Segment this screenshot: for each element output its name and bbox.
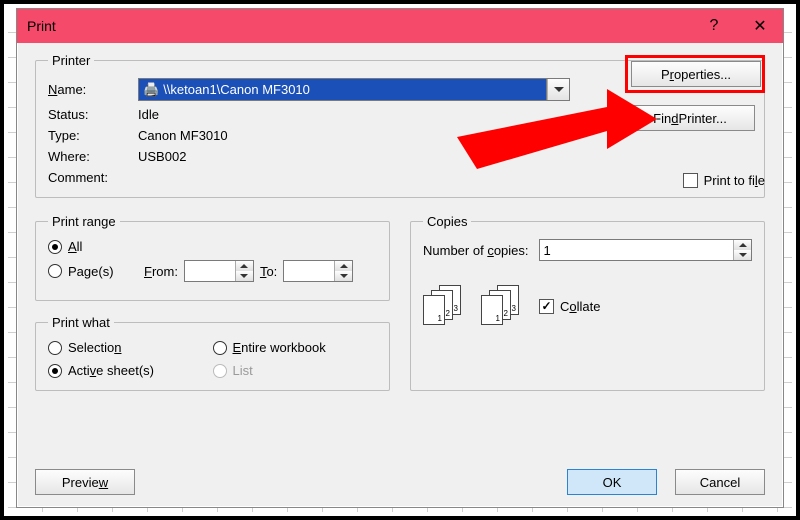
spinner-down-icon[interactable] bbox=[335, 271, 352, 281]
dialog-footer: Preview OK Cancel bbox=[17, 457, 783, 507]
spinner-down-icon[interactable] bbox=[734, 250, 751, 260]
dialog-title: Print bbox=[17, 18, 56, 34]
range-all-option[interactable]: All bbox=[48, 239, 82, 254]
what-entire-option[interactable]: Entire workbook bbox=[213, 340, 378, 355]
spinner-up-icon[interactable] bbox=[335, 261, 352, 271]
range-all-label: All bbox=[68, 239, 82, 254]
to-label: To: bbox=[260, 264, 277, 279]
radio-icon bbox=[213, 341, 227, 355]
range-pages-option[interactable]: Page(s) bbox=[48, 264, 138, 279]
title-bar: Print ? ✕ bbox=[17, 9, 783, 43]
what-list-option: List bbox=[213, 363, 378, 378]
what-entire-label: Entire workbook bbox=[233, 340, 326, 355]
where-label: Where: bbox=[48, 149, 128, 164]
collate-illustration-icon: 3 2 1 bbox=[481, 285, 523, 327]
collate-label: Collate bbox=[560, 299, 600, 314]
status-label: Status: bbox=[48, 107, 128, 122]
spinner-up-icon[interactable] bbox=[734, 240, 751, 250]
type-label: Type: bbox=[48, 128, 128, 143]
radio-icon bbox=[48, 264, 62, 278]
radio-icon bbox=[48, 240, 62, 254]
close-button[interactable]: ✕ bbox=[737, 9, 783, 43]
ok-button[interactable]: OK bbox=[567, 469, 657, 495]
num-copies-label: Number of copies: bbox=[423, 243, 529, 258]
cancel-button[interactable]: Cancel bbox=[675, 469, 765, 495]
spinner-up-icon[interactable] bbox=[236, 261, 253, 271]
radio-icon bbox=[48, 364, 62, 378]
type-value: Canon MF3010 bbox=[138, 128, 228, 143]
what-active-option[interactable]: Active sheet(s) bbox=[48, 363, 213, 378]
print-what-legend: Print what bbox=[48, 315, 114, 330]
print-range-legend: Print range bbox=[48, 214, 120, 229]
collate-checkbox[interactable] bbox=[539, 299, 554, 314]
spinner-down-icon[interactable] bbox=[236, 271, 253, 281]
where-value: USB002 bbox=[138, 149, 186, 164]
name-label: Name: bbox=[48, 82, 128, 97]
radio-icon bbox=[213, 364, 227, 378]
comment-label: Comment: bbox=[48, 170, 128, 185]
printer-dropdown-button[interactable] bbox=[547, 79, 569, 100]
range-pages-label: Page(s) bbox=[68, 264, 114, 279]
preview-button[interactable]: Preview bbox=[35, 469, 135, 495]
find-printer-button[interactable]: Find Printer... bbox=[625, 105, 755, 131]
radio-icon bbox=[48, 341, 62, 355]
print-to-file-checkbox[interactable] bbox=[683, 173, 698, 188]
printer-selected-value: \\ketoan1\Canon MF3010 bbox=[163, 82, 310, 97]
print-to-file-label: Print to file bbox=[704, 173, 765, 188]
printer-icon: 🖨️ bbox=[143, 82, 159, 98]
properties-button[interactable]: Properties... bbox=[631, 61, 761, 87]
help-button[interactable]: ? bbox=[691, 9, 737, 43]
printer-group-legend: Printer bbox=[48, 53, 94, 68]
what-selection-label: Selection bbox=[68, 340, 121, 355]
from-label: From: bbox=[144, 264, 178, 279]
printer-select[interactable]: 🖨️ \\ketoan1\Canon MF3010 bbox=[138, 78, 570, 101]
what-active-label: Active sheet(s) bbox=[68, 363, 154, 378]
collate-illustration-icon: 3 2 1 bbox=[423, 285, 465, 327]
properties-highlight-box: Properties... bbox=[625, 55, 765, 93]
copies-legend: Copies bbox=[423, 214, 471, 229]
collate-option[interactable]: Collate bbox=[539, 299, 600, 314]
print-dialog: Print ? ✕ Printer Name: 🖨️ \\ketoan1\Can… bbox=[16, 8, 784, 508]
from-input[interactable] bbox=[184, 260, 254, 282]
status-value: Idle bbox=[138, 107, 159, 122]
num-copies-input[interactable]: 1 bbox=[539, 239, 752, 261]
to-input[interactable] bbox=[283, 260, 353, 282]
what-list-label: List bbox=[233, 363, 253, 378]
chevron-down-icon bbox=[554, 87, 564, 92]
what-selection-option[interactable]: Selection bbox=[48, 340, 213, 355]
